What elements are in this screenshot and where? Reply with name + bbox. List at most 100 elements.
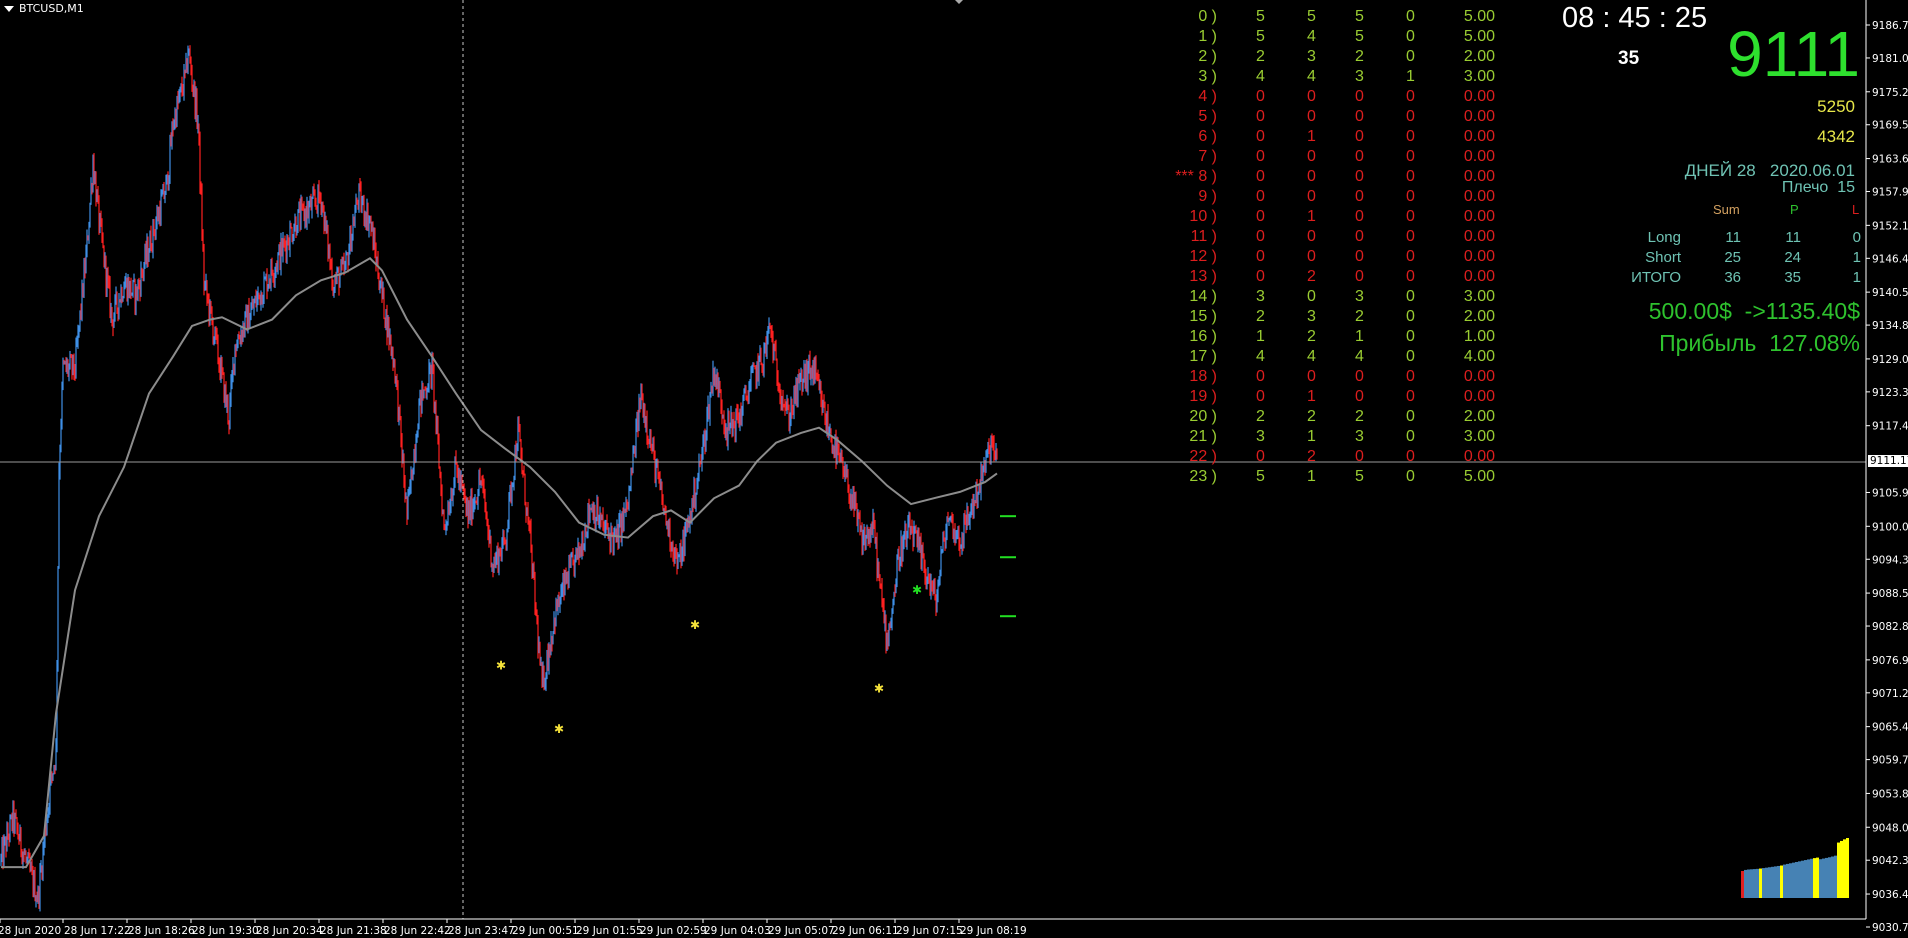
- hour-row: 21 ) 3 1 3 0 3.00: [0, 428, 1908, 448]
- hour-row: 6 ) 0 1 0 0 0.00: [0, 128, 1908, 148]
- hour-row: 5 ) 0 0 0 0 0.00: [0, 108, 1908, 128]
- hour-row: *** 8 ) 0 0 0 0 0.00: [0, 168, 1908, 188]
- equity-bar: [1804, 860, 1807, 898]
- equity-bar: [1798, 861, 1801, 898]
- time-tick-label: 28 Jun 2020: [0, 925, 61, 937]
- hour-cell-val: 0.00: [1463, 268, 1495, 285]
- equity-bar: [1825, 857, 1828, 898]
- hour-row: 20 ) 2 2 2 0 2.00: [0, 408, 1908, 428]
- hour-cell-val: 3.00: [1463, 428, 1495, 445]
- hour-cell-val: 0.00: [1463, 148, 1495, 165]
- stats-p: 24: [1784, 249, 1801, 266]
- hour-cell-c3: 0: [1355, 448, 1364, 465]
- hour-cell-c2: 0: [1307, 368, 1316, 385]
- hour-cell-val: 0.00: [1463, 368, 1495, 385]
- hour-row: 22 ) 0 2 0 0 0.00: [0, 448, 1908, 468]
- time-axis-ticks: 28 Jun 2020 28 Jun 17:2228 Jun 18:2628 Ju…: [0, 919, 1027, 937]
- arrow-marker-icon: ✱: [554, 722, 564, 736]
- price-tick-label: 9048.00: [1872, 822, 1908, 834]
- hour-cell-c1: 2: [1256, 308, 1265, 325]
- hour-cell-c3: 5: [1355, 28, 1364, 45]
- equity-bar: [1750, 869, 1753, 898]
- hour-cell-c2: 2: [1307, 268, 1316, 285]
- hour-cell-c2: 2: [1307, 448, 1316, 465]
- levels-layer: [1000, 515, 1016, 618]
- hour-cell-c2: 1: [1307, 208, 1316, 225]
- hour-cell-c4: 0: [1406, 168, 1415, 185]
- hour-cell-hour: 22 ): [1189, 448, 1217, 465]
- hour-row: 12 ) 0 0 0 0 0.00: [0, 248, 1908, 268]
- hour-cell-c1: 0: [1256, 228, 1265, 245]
- equity-bar: [1777, 865, 1780, 898]
- hour-cell-c2: 2: [1307, 328, 1316, 345]
- balance-change: 500.00$ ->1135.40$: [1648, 298, 1860, 324]
- time-tick-label: 29 Jun 02:59: [640, 925, 707, 937]
- equity-bar: [1840, 840, 1843, 898]
- hour-cell-val: 5.00: [1463, 28, 1495, 45]
- hour-cell-c3: 4: [1355, 348, 1364, 365]
- hour-cell-hour: 15 ): [1189, 308, 1217, 325]
- time-tick-label: 28 Jun 18:26: [128, 925, 195, 937]
- hour-cell-c3: 5: [1355, 8, 1364, 25]
- time-tick-label: 29 Jun 08:19: [960, 925, 1027, 937]
- hour-cell-val: 0.00: [1463, 168, 1495, 185]
- equity-bar: [1813, 858, 1816, 898]
- hour-cell-c4: 0: [1406, 188, 1415, 205]
- hour-cell-c2: 0: [1307, 168, 1316, 185]
- equity-bar: [1768, 867, 1771, 898]
- hour-cell-c3: 1: [1355, 328, 1364, 345]
- hour-cell-c4: 0: [1406, 368, 1415, 385]
- hour-cell-c1: 3: [1256, 288, 1265, 305]
- hour-cell-c1: 0: [1256, 168, 1265, 185]
- equity-bar: [1843, 839, 1846, 898]
- hour-cell-c4: 0: [1406, 288, 1415, 305]
- hour-cell-val: 3.00: [1463, 68, 1495, 85]
- equity-histogram: [1741, 838, 1849, 898]
- hour-row: 23 ) 5 1 5 0 5.00: [0, 468, 1908, 488]
- hour-cell-c1: 0: [1256, 248, 1265, 265]
- hour-cell-val: 0.00: [1463, 208, 1495, 225]
- hour-row: 17 ) 4 4 4 0 4.00: [0, 348, 1908, 368]
- hour-cell-c1: 0: [1256, 368, 1265, 385]
- scroll-marker-icon[interactable]: [955, 0, 963, 4]
- hour-cell-c4: 0: [1406, 388, 1415, 405]
- hour-cell-c4: 0: [1406, 88, 1415, 105]
- hour-cell-hour: 2 ): [1198, 48, 1217, 65]
- hour-cell-hour: 7 ): [1198, 148, 1217, 165]
- hour-row: 9 ) 0 0 0 0 0.00: [0, 188, 1908, 208]
- hour-cell-hour: 20 ): [1189, 408, 1217, 425]
- stats-p: 11: [1785, 229, 1801, 246]
- time-tick-label: 29 Jun 06:11: [832, 925, 899, 937]
- hour-cell-c2: 3: [1307, 48, 1316, 65]
- hour-cell-c1: 0: [1256, 268, 1265, 285]
- hour-cell-hour: 5 ): [1198, 108, 1217, 125]
- time-tick-label: 29 Jun 04:03: [704, 925, 771, 937]
- equity-bar: [1753, 869, 1756, 898]
- hour-cell-val: 1.00: [1463, 328, 1495, 345]
- time-tick-label: 29 Jun 07:15: [896, 925, 963, 937]
- hour-cell-hour: 17 ): [1189, 348, 1217, 365]
- hour-cell-c2: 1: [1307, 388, 1316, 405]
- hour-cell-c2: 5: [1307, 8, 1316, 25]
- hour-cell-c2: 0: [1307, 88, 1316, 105]
- hour-row: 18 ) 0 0 0 0 0.00: [0, 368, 1908, 388]
- hour-cell-val: 2.00: [1463, 308, 1495, 325]
- arrow-marker-icon: ✱: [874, 681, 884, 695]
- stats-header-sum: Sum: [1713, 202, 1740, 217]
- hour-cell-c1: 2: [1256, 408, 1265, 425]
- price-tick-label: 9059.70: [1872, 755, 1908, 767]
- price-tick-label: 9076.95: [1872, 655, 1908, 667]
- equity-bar: [1771, 866, 1774, 898]
- leverage: Плечо 15: [1781, 179, 1855, 196]
- hour-cell-c4: 0: [1406, 48, 1415, 65]
- clock: 08 : 45 : 25: [1562, 2, 1708, 34]
- price-tick-label: 9036.45: [1872, 889, 1908, 901]
- equity-bar: [1810, 858, 1813, 898]
- hour-cell-c1: 5: [1256, 468, 1265, 485]
- hour-cell-c4: 0: [1406, 248, 1415, 265]
- time-tick-label: 29 Jun 00:51: [512, 925, 579, 937]
- days-date: ДНЕЙ 28 2020.06.01: [1684, 161, 1855, 180]
- hour-cell-hour: 21 ): [1189, 428, 1217, 445]
- hour-cell-hour: 11 ): [1190, 228, 1217, 245]
- equity-bar: [1780, 865, 1783, 898]
